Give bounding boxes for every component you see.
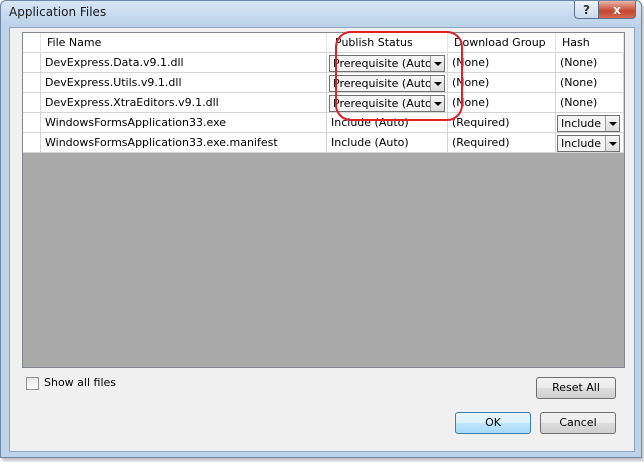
- table-row[interactable]: DevExpress.Utils.v9.1.dll Prerequisite (A…: [23, 73, 624, 93]
- reset-all-button[interactable]: Reset All: [536, 377, 616, 399]
- file-name-cell: DevExpress.Data.v9.1.dll: [41, 53, 327, 73]
- hash-value: Include: [561, 137, 602, 150]
- close-button[interactable]: x: [598, 1, 636, 19]
- column-header-download-group[interactable]: Download Group: [448, 33, 556, 53]
- publish-status-value: Prerequisite (Auto): [333, 77, 437, 90]
- publish-status-cell[interactable]: Prerequisite (Auto): [327, 53, 448, 73]
- file-name-cell: WindowsFormsApplication33.exe.manifest: [41, 133, 327, 153]
- grid-header: File Name Publish Status Download Group …: [23, 33, 624, 53]
- download-group-cell[interactable]: (None): [448, 73, 556, 93]
- files-grid: File Name Publish Status Download Group …: [22, 31, 625, 368]
- table-row[interactable]: WindowsFormsApplication33.exe.manifest In…: [23, 133, 624, 153]
- row-header[interactable]: [23, 133, 41, 153]
- publish-status-cell[interactable]: Prerequisite (Auto): [327, 73, 448, 93]
- column-header-file-name[interactable]: File Name: [41, 33, 327, 53]
- download-group-cell[interactable]: (Required): [448, 113, 556, 133]
- download-group-cell[interactable]: (None): [448, 93, 556, 113]
- column-header-hash[interactable]: Hash: [556, 33, 624, 53]
- hash-cell[interactable]: (None): [556, 93, 624, 113]
- help-button[interactable]: ?: [574, 1, 599, 19]
- title-bar[interactable]: Application Files ? x: [1, 1, 641, 25]
- column-header-publish-status[interactable]: Publish Status: [327, 33, 448, 53]
- ok-button[interactable]: OK: [455, 412, 531, 434]
- row-header-corner: [23, 33, 41, 53]
- window-title: Application Files: [9, 5, 107, 19]
- dropdown-arrow-icon[interactable]: [430, 56, 444, 71]
- download-group-cell[interactable]: (None): [448, 53, 556, 73]
- hash-value: Include: [561, 117, 602, 130]
- publish-status-value: Prerequisite (Auto): [333, 57, 437, 70]
- hash-cell[interactable]: (None): [556, 73, 624, 93]
- download-group-cell[interactable]: (Required): [448, 133, 556, 153]
- file-name-cell: DevExpress.Utils.v9.1.dll: [41, 73, 327, 93]
- publish-status-dropdown[interactable]: Prerequisite (Auto): [329, 55, 445, 72]
- row-header[interactable]: [23, 53, 41, 73]
- row-header[interactable]: [23, 73, 41, 93]
- dropdown-arrow-icon[interactable]: [430, 76, 444, 91]
- hash-dropdown[interactable]: Include: [557, 135, 620, 152]
- publish-status-cell[interactable]: Include (Auto): [327, 133, 448, 153]
- dropdown-arrow-icon[interactable]: [605, 136, 619, 151]
- dialog-window: Application Files ? x File Name Publish …: [0, 0, 642, 458]
- hash-dropdown[interactable]: Include: [557, 115, 620, 132]
- row-header[interactable]: [23, 93, 41, 113]
- cancel-button[interactable]: Cancel: [540, 412, 616, 434]
- publish-status-cell[interactable]: Include (Auto): [327, 113, 448, 133]
- checkbox-box[interactable]: [26, 377, 39, 390]
- dropdown-arrow-icon[interactable]: [605, 116, 619, 131]
- table-row[interactable]: DevExpress.Data.v9.1.dll Prerequisite (Au…: [23, 53, 624, 73]
- hash-cell[interactable]: (None): [556, 53, 624, 73]
- publish-status-value: Prerequisite (Auto): [333, 97, 437, 110]
- hash-cell[interactable]: Include: [556, 133, 624, 153]
- table-row[interactable]: WindowsFormsApplication33.exe Include (Au…: [23, 113, 624, 133]
- file-name-cell: WindowsFormsApplication33.exe: [41, 113, 327, 133]
- publish-status-dropdown[interactable]: Prerequisite (Auto): [329, 75, 445, 92]
- show-all-files-label: Show all files: [44, 376, 117, 389]
- dialog-body: File Name Publish Status Download Group …: [9, 27, 635, 452]
- file-name-cell: DevExpress.XtraEditors.v9.1.dll: [41, 93, 327, 113]
- publish-status-cell[interactable]: Prerequisite (Auto): [327, 93, 448, 113]
- table-row[interactable]: DevExpress.XtraEditors.v9.1.dll Prerequis…: [23, 93, 624, 113]
- hash-cell[interactable]: Include: [556, 113, 624, 133]
- publish-status-dropdown[interactable]: Prerequisite (Auto): [329, 95, 445, 112]
- dropdown-arrow-icon[interactable]: [430, 96, 444, 111]
- row-header[interactable]: [23, 113, 41, 133]
